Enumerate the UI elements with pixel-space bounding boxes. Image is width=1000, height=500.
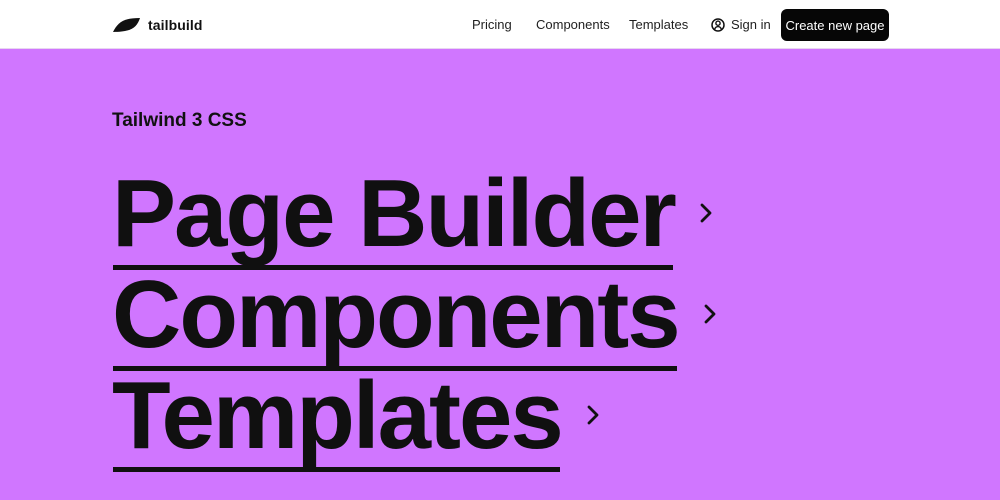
chevron-right-icon: [700, 303, 720, 325]
hero-link-list: Page Builder Components Templates: [112, 162, 832, 492]
hero-link-components[interactable]: Components: [112, 263, 720, 371]
hero-eyebrow: Tailwind 3 CSS: [112, 110, 247, 131]
hero-link-page-builder[interactable]: Page Builder: [112, 162, 716, 270]
nav-templates-link[interactable]: Templates: [629, 0, 688, 49]
hero-link-label: Components: [112, 261, 681, 371]
nav-components-link[interactable]: Components: [536, 0, 610, 49]
hero-link-label: Page Builder: [112, 160, 677, 270]
sign-in-link[interactable]: Sign in: [711, 0, 771, 49]
hero-link-templates[interactable]: Templates: [112, 364, 603, 472]
tailbuild-logo-icon: [113, 18, 140, 32]
create-new-page-button[interactable]: Create new page: [781, 9, 889, 41]
chevron-right-icon: [583, 404, 603, 426]
chevron-right-icon: [696, 202, 716, 224]
sign-in-label: Sign in: [731, 17, 771, 32]
top-navigation-bar: tailbuild Pricing Components Templates S…: [0, 0, 1000, 49]
nav-pricing-link[interactable]: Pricing: [472, 0, 512, 49]
brand-name: tailbuild: [148, 17, 203, 33]
user-circle-icon: [711, 17, 725, 32]
brand-logo-link[interactable]: tailbuild: [111, 15, 203, 35]
hero-link-label: Templates: [112, 362, 564, 472]
